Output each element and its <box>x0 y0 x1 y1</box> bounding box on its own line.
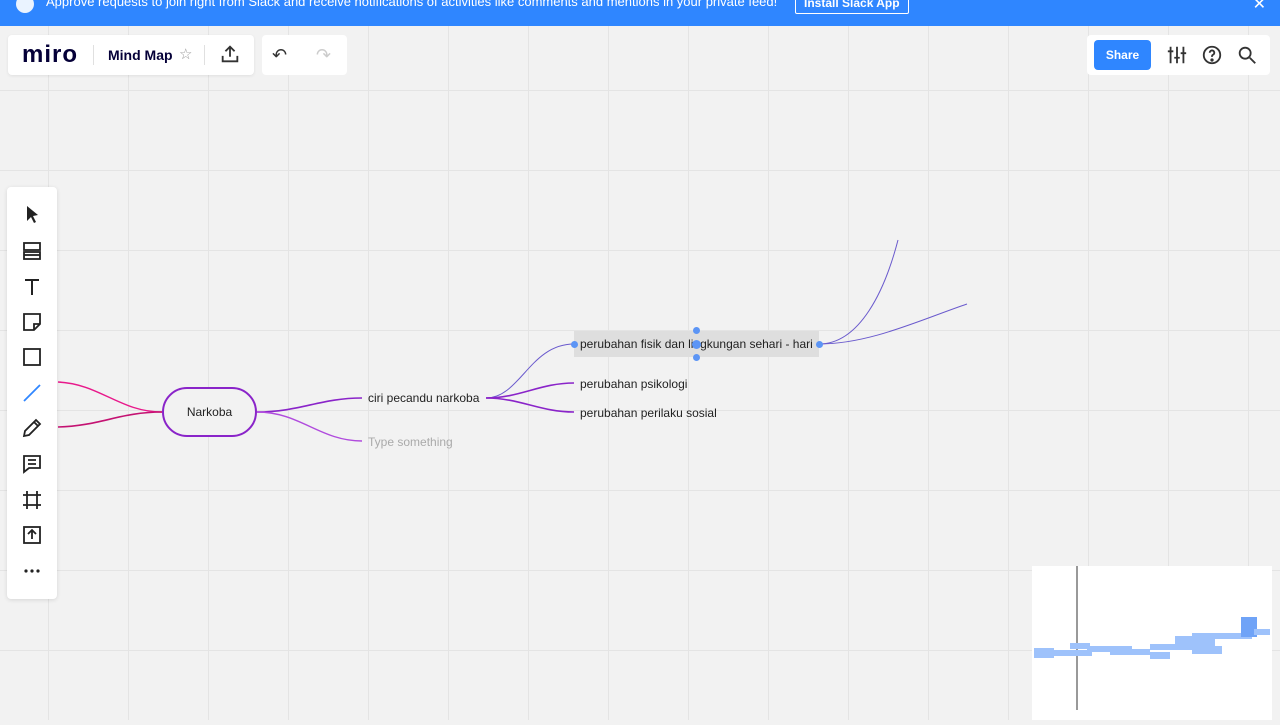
resize-handle-top[interactable] <box>693 327 700 334</box>
minimap[interactable] <box>1032 566 1272 720</box>
close-icon[interactable]: ✕ <box>1253 0 1266 14</box>
banner-message: Approve requests to join right from Slac… <box>46 0 778 9</box>
mindmap-node[interactable]: perubahan psikologi <box>580 377 687 391</box>
drag-handle[interactable] <box>692 340 701 349</box>
slack-banner: Approve requests to join right from Slac… <box>0 0 1280 26</box>
connector-handle-right[interactable] <box>816 341 823 348</box>
install-slack-button[interactable]: Install Slack App <box>795 0 909 14</box>
mindmap-node-branch[interactable]: ciri pecandu narkoba <box>368 391 479 405</box>
mindmap-root-node[interactable]: Narkoba <box>162 387 257 437</box>
mindmap-node-placeholder[interactable]: Type something <box>368 435 453 449</box>
resize-handle-bottom[interactable] <box>693 354 700 361</box>
mindmap-node[interactable]: perubahan perilaku sosial <box>580 406 717 420</box>
slack-icon <box>16 0 34 13</box>
connector-handle-left[interactable] <box>571 341 578 348</box>
minimap-content <box>1034 566 1270 710</box>
